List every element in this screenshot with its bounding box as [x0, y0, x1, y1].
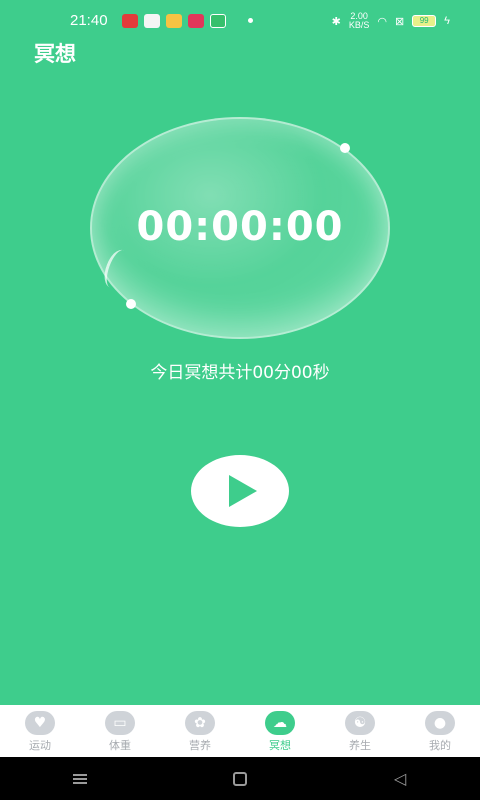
daily-summary: 今日冥想共计00分00秒 — [150, 363, 330, 383]
flower-icon: ✿ — [185, 711, 215, 735]
page-title: 冥想 — [34, 42, 76, 66]
status-time: 21:40 — [70, 12, 108, 29]
calendar-app-icon — [144, 14, 160, 28]
play-icon — [229, 475, 257, 507]
tab-weight[interactable]: ▭ 体重 — [80, 705, 160, 757]
news-app-icon — [122, 14, 138, 28]
tab-label: 营养 — [189, 739, 211, 752]
shine-decoration — [99, 246, 135, 292]
tab-label: 运动 — [29, 739, 51, 752]
battery-icon: 99 — [412, 15, 437, 27]
notification-icons — [122, 14, 226, 28]
tab-label: 养生 — [349, 739, 371, 752]
person-icon: ● — [425, 711, 455, 735]
home-button[interactable] — [210, 764, 270, 794]
yin-yang-icon: ☯ — [345, 711, 375, 735]
bluetooth-icon: ✱ — [331, 15, 341, 28]
sim-icon: ⊠ — [394, 15, 405, 28]
back-icon: ◁ — [393, 769, 407, 788]
more-notifications-icon — [248, 18, 253, 23]
back-button[interactable]: ◁ — [370, 764, 430, 794]
tab-profile[interactable]: ● 我的 — [400, 705, 480, 757]
tab-label: 冥想 — [269, 739, 291, 752]
wifi-icon: ◠ — [377, 15, 387, 28]
brain-icon: ☁ — [265, 711, 295, 735]
status-bar: 21:40 ✱ 2.00 KB/S ◠ ⊠ 99 ϟ — [0, 0, 480, 40]
chat-app-icon — [166, 14, 182, 28]
tab-label: 我的 — [429, 739, 451, 752]
tab-sport[interactable]: ♥ 运动 — [0, 705, 80, 757]
sparkle-icon — [340, 143, 350, 153]
status-right: ✱ 2.00 KB/S ◠ ⊠ 99 ϟ — [332, 12, 450, 30]
android-icon — [210, 14, 226, 28]
scale-icon: ▭ — [105, 711, 135, 735]
tab-wellness[interactable]: ☯ 养生 — [320, 705, 400, 757]
net-speed: 2.00 KB/S — [348, 11, 370, 30]
shopping-app-icon — [188, 14, 204, 28]
tab-meditation[interactable]: ☁ 冥想 — [240, 705, 320, 757]
tab-nutrition[interactable]: ✿ 营养 — [160, 705, 240, 757]
home-icon — [233, 771, 247, 786]
sparkle-icon — [126, 299, 136, 309]
meditation-timer: 00:00:00 — [136, 204, 344, 250]
bottom-tab-bar: ♥ 运动 ▭ 体重 ✿ 营养 ☁ 冥想 ☯ 养生 ● 我的 — [0, 705, 480, 757]
tab-label: 体重 — [109, 739, 131, 752]
charging-icon: ϟ — [444, 15, 450, 27]
play-button[interactable] — [191, 455, 289, 527]
system-nav-bar: ◁ — [0, 757, 480, 800]
recent-apps-button[interactable] — [50, 764, 110, 794]
menu-icon — [73, 773, 87, 784]
heartbeat-icon: ♥ — [25, 711, 55, 735]
